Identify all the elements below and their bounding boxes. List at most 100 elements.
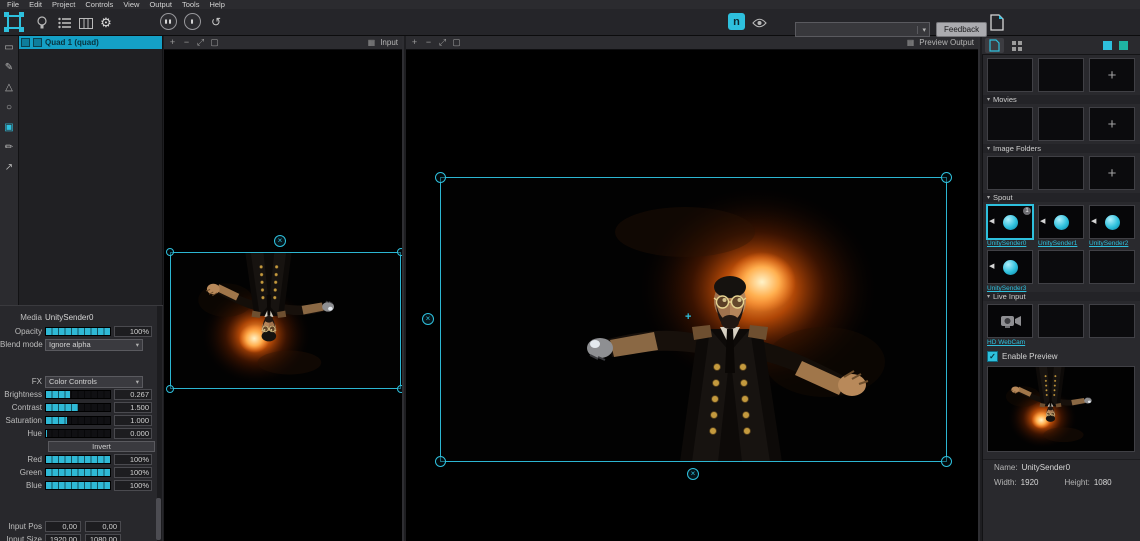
menu-view[interactable]: View (118, 0, 144, 9)
fit-view-icon[interactable]: ⤢ (196, 36, 205, 49)
hue-slider[interactable] (45, 429, 111, 438)
transform-tool-icon[interactable]: ▣ (3, 121, 16, 134)
zoom-out-icon[interactable]: − (424, 36, 433, 49)
tab-compositions[interactable] (1007, 38, 1026, 53)
ellipse-tool-icon[interactable]: ○ (3, 101, 16, 114)
corner-handle[interactable] (435, 456, 446, 467)
corner-handle[interactable] (941, 172, 952, 183)
properties-scrollbar[interactable] (157, 306, 162, 541)
add-movie-button[interactable]: + (1089, 107, 1135, 141)
red-slider[interactable] (45, 455, 111, 464)
enable-preview-checkbox[interactable]: ✓ (987, 351, 998, 362)
media-slot-empty[interactable] (987, 107, 1033, 141)
eye-icon[interactable] (751, 15, 768, 30)
menu-project[interactable]: Project (47, 0, 80, 9)
feedback-button[interactable]: Feedback (936, 22, 987, 37)
corner-handle[interactable] (397, 385, 402, 393)
lamp-icon[interactable] (34, 15, 50, 31)
media-slot-empty[interactable] (1038, 250, 1084, 284)
media-slot-empty[interactable] (1038, 156, 1084, 190)
layer-visibility-icon[interactable] (21, 38, 30, 47)
export-tool-icon[interactable]: ↗ (3, 161, 16, 174)
input-canvas[interactable]: × (164, 50, 402, 541)
media-slot-empty[interactable] (987, 58, 1033, 92)
opacity-value[interactable]: 100% (114, 326, 152, 337)
output-canvas[interactable]: × × + (406, 50, 978, 541)
spout-item-unitysender2[interactable]: ◀ (1089, 205, 1135, 239)
menu-controls[interactable]: Controls (80, 0, 118, 9)
input-size-y-field[interactable]: 1080,00 (85, 534, 121, 541)
spout-item-label[interactable]: UnitySender1 (1038, 240, 1084, 247)
select-tool-icon[interactable]: ▭ (3, 41, 16, 54)
media-slot-empty[interactable] (1038, 58, 1084, 92)
media-slot-empty[interactable] (987, 156, 1033, 190)
zoom-in-icon[interactable]: + (410, 36, 419, 49)
red-value[interactable]: 100% (114, 454, 152, 465)
frame-view-icon[interactable]: ▢ (452, 36, 461, 49)
section-movies[interactable]: ▾ Movies (983, 95, 1140, 104)
brush-tool-icon[interactable]: ✏ (3, 141, 16, 154)
blue-slider[interactable] (45, 481, 111, 490)
layer-solo-icon[interactable] (33, 38, 42, 47)
teal-status-square-icon[interactable] (1119, 41, 1128, 50)
section-live-input[interactable]: ▾ Live Input (983, 292, 1140, 301)
edge-handle-icon[interactable]: × (422, 313, 434, 325)
cue-list-icon[interactable] (56, 15, 72, 31)
section-image-folders[interactable]: ▾ Image Folders (983, 144, 1140, 153)
brightness-slider[interactable] (45, 390, 111, 399)
output-quad-selection[interactable] (440, 177, 947, 462)
input-pos-x-field[interactable]: 0,00 (45, 521, 81, 532)
shape-tool-icon[interactable]: △ (3, 81, 16, 94)
corner-handle[interactable] (435, 172, 446, 183)
hue-value[interactable]: 0.000 (114, 428, 152, 439)
corner-handle[interactable] (941, 456, 952, 467)
add-media-button[interactable]: + (1089, 58, 1135, 92)
add-image-folder-button[interactable]: + (1089, 156, 1135, 190)
tab-media-bin[interactable] (985, 38, 1004, 53)
opacity-slider[interactable] (45, 327, 111, 336)
menu-help[interactable]: Help (204, 0, 229, 9)
output-monitor-dropdown[interactable]: ▾ (795, 22, 930, 37)
pen-tool-icon[interactable]: ✎ (3, 61, 16, 74)
menu-output[interactable]: Output (144, 0, 177, 9)
zoom-out-icon[interactable]: − (182, 36, 191, 49)
menu-tools[interactable]: Tools (177, 0, 205, 9)
corner-handle[interactable] (397, 248, 402, 256)
spout-item-unitysender0[interactable]: ◀ 1 (987, 205, 1033, 239)
live-input-label[interactable]: HD WebCam (987, 339, 1033, 346)
scrollbar-thumb[interactable] (156, 498, 161, 540)
spout-item-label[interactable]: UnitySender2 (1089, 240, 1135, 247)
display-panel-icon[interactable] (78, 15, 94, 31)
layer-row-quad1[interactable]: Quad 1 (quad) (19, 36, 162, 49)
media-slot-empty[interactable] (1089, 304, 1135, 338)
pause-button[interactable]: ▮▮ (160, 13, 177, 30)
spout-item-unitysender3[interactable]: ◀ (987, 250, 1033, 284)
settings-gear-icon[interactable]: ⚙ (97, 14, 115, 32)
edge-handle-icon[interactable]: × (687, 468, 699, 480)
contrast-slider[interactable] (45, 403, 111, 412)
corner-handle[interactable] (166, 248, 174, 256)
input-size-x-field[interactable]: 1920,00 (45, 534, 81, 541)
reset-undo-icon[interactable]: ↺ (208, 14, 224, 30)
frame-view-icon[interactable]: ▢ (210, 36, 219, 49)
media-slot-empty[interactable] (1038, 304, 1084, 338)
input-quad-selection[interactable] (170, 252, 401, 389)
section-spout[interactable]: ▾ Spout (983, 193, 1140, 202)
media-library-icon[interactable] (988, 13, 1006, 32)
spout-item-unitysender1[interactable]: ◀ (1038, 205, 1084, 239)
play-frame-button[interactable]: ▮ (184, 13, 201, 30)
input-pos-y-field[interactable]: 0,00 (85, 521, 121, 532)
fx-dropdown[interactable]: Color Controls ▾ (45, 376, 143, 388)
spout-item-label[interactable]: UnitySender0 (987, 240, 1033, 247)
saturation-value[interactable]: 1.000 (114, 415, 152, 426)
fit-view-icon[interactable]: ⤢ (438, 36, 447, 49)
invert-button[interactable]: Invert (48, 441, 155, 452)
edge-handle-icon[interactable]: × (274, 235, 286, 247)
blend-mode-dropdown[interactable]: Ignore alpha ▾ (45, 339, 143, 351)
green-value[interactable]: 100% (114, 467, 152, 478)
blue-value[interactable]: 100% (114, 480, 152, 491)
contrast-value[interactable]: 1.500 (114, 402, 152, 413)
menu-file[interactable]: File (2, 0, 24, 9)
saturation-slider[interactable] (45, 416, 111, 425)
zoom-in-icon[interactable]: + (168, 36, 177, 49)
